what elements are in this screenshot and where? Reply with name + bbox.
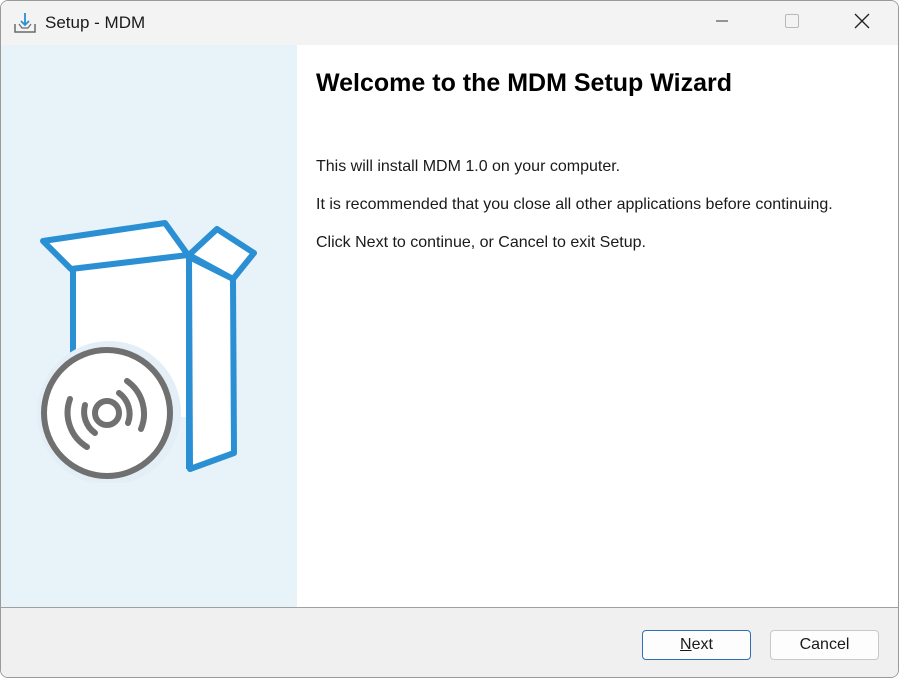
installer-download-icon [13, 11, 37, 35]
minimize-button[interactable] [687, 1, 757, 45]
wizard-content: Welcome to the MDM Setup Wizard This wil… [297, 45, 898, 608]
next-label-rest: ext [691, 636, 713, 653]
cancel-button[interactable]: Cancel [770, 630, 879, 660]
wizard-side-panel [1, 45, 297, 608]
maximize-button[interactable] [757, 1, 827, 45]
instruction-text: Click Next to continue, or Cancel to exi… [316, 234, 646, 251]
next-accelerator: N [680, 636, 692, 653]
wizard-footer: Next Cancel [1, 608, 898, 677]
setup-window: Setup - MDM Welcome to the MDM Setup Wiz… [0, 0, 899, 678]
maximize-icon [784, 13, 800, 34]
page-title: Welcome to the MDM Setup Wizard [316, 69, 733, 97]
close-icon [854, 13, 870, 34]
close-button[interactable] [827, 1, 897, 45]
window-title: Setup - MDM [45, 13, 146, 32]
next-button[interactable]: Next [642, 630, 751, 660]
software-box-with-disc-icon [37, 217, 263, 485]
intro-text: This will install MDM 1.0 on your comput… [316, 158, 621, 175]
minimize-icon [715, 14, 729, 33]
title-bar[interactable]: Setup - MDM [1, 1, 898, 45]
recommendation-text: It is recommended that you close all oth… [316, 196, 833, 213]
